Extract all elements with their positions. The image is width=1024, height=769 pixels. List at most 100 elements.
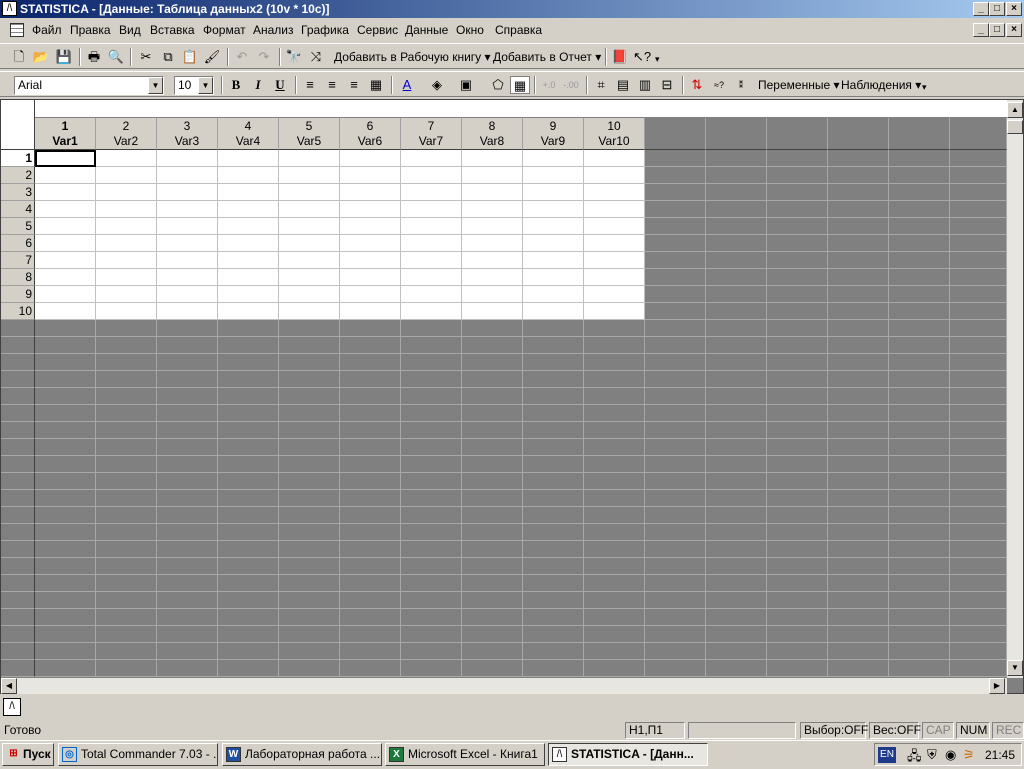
table-cell[interactable] — [523, 303, 584, 320]
vertical-scrollbar[interactable]: ▲ ▼ — [1007, 100, 1023, 678]
task-word[interactable]: W Лабораторная работа ... — [222, 743, 382, 766]
chevron-down-icon[interactable]: ▼ — [148, 77, 163, 94]
table-cell[interactable] — [584, 184, 645, 201]
table-cell[interactable] — [218, 201, 279, 218]
table-cell[interactable] — [96, 252, 157, 269]
book-icon[interactable]: 📕 — [610, 48, 630, 66]
row-header[interactable]: 5 — [1, 218, 35, 235]
menu-analysis[interactable]: Анализ — [253, 23, 294, 37]
find-icon[interactable]: 🔭 — [284, 48, 304, 66]
paste-icon[interactable]: 📋 — [180, 48, 200, 66]
undo-icon[interactable]: ↶ — [232, 48, 252, 66]
column-header[interactable]: 3 Var3 — [157, 118, 218, 150]
table-cell[interactable] — [279, 201, 340, 218]
scroll-left-icon[interactable]: ◀ — [1, 678, 17, 694]
table-cell[interactable] — [584, 252, 645, 269]
table-cell[interactable] — [279, 167, 340, 184]
column-header[interactable]: 9 Var9 — [523, 118, 584, 150]
underline-button[interactable]: U — [270, 76, 290, 94]
increase-decimal-icon[interactable]: +.0 — [539, 76, 559, 94]
font-size-select[interactable]: 10 ▼ — [174, 76, 214, 95]
table-cell[interactable] — [584, 235, 645, 252]
row-header[interactable]: 2 — [1, 167, 35, 184]
cases-menu-button[interactable]: Наблюдения ▾ — [841, 78, 921, 92]
table-cell[interactable] — [401, 201, 462, 218]
column-header[interactable]: 4 Var4 — [218, 118, 279, 150]
table-cell[interactable] — [279, 235, 340, 252]
menu-graphics[interactable]: Графика — [301, 23, 349, 37]
cut-icon[interactable]: ✂ — [136, 48, 156, 66]
table-cell[interactable] — [35, 184, 96, 201]
table-cell[interactable] — [218, 286, 279, 303]
task-statistica[interactable]: /\ STATISTICA - [Данн... — [548, 743, 708, 766]
table-cell[interactable] — [157, 218, 218, 235]
statistica-icon[interactable]: /\ — [2, 1, 17, 16]
table-cell[interactable] — [157, 303, 218, 320]
table-cell[interactable] — [462, 201, 523, 218]
table-cell[interactable] — [340, 235, 401, 252]
table-cell[interactable] — [340, 201, 401, 218]
table-cell[interactable] — [584, 167, 645, 184]
menu-window[interactable]: Окно — [456, 23, 484, 37]
table-cell[interactable] — [462, 269, 523, 286]
table-cell[interactable] — [340, 269, 401, 286]
row-header[interactable]: 8 — [1, 269, 35, 286]
horizontal-scrollbar[interactable]: ◀ ▶ — [1, 678, 1007, 694]
table-cell[interactable] — [279, 252, 340, 269]
spreadsheet-corner[interactable] — [1, 100, 35, 150]
close-button[interactable]: × — [1006, 2, 1022, 16]
table-cell[interactable] — [401, 303, 462, 320]
table-cell[interactable] — [340, 303, 401, 320]
table-cell[interactable] — [218, 167, 279, 184]
table-cell[interactable] — [96, 218, 157, 235]
status-weight[interactable]: Вес:OFF — [869, 722, 921, 739]
menu-format[interactable]: Формат — [203, 23, 246, 37]
align-left-icon[interactable]: ≡ — [300, 76, 320, 94]
doc-minimize-button[interactable]: _ — [973, 23, 989, 37]
table-cell[interactable] — [340, 167, 401, 184]
table-cell[interactable] — [523, 201, 584, 218]
row-header[interactable]: 1 — [1, 150, 35, 167]
table-cell[interactable] — [218, 150, 279, 167]
table-cell[interactable] — [401, 286, 462, 303]
start-button[interactable]: ⊞ Пуск — [2, 743, 54, 766]
tray-app-icon[interactable]: ⚞ — [963, 747, 975, 763]
scroll-right-icon[interactable]: ▶ — [989, 678, 1005, 694]
table-cell[interactable] — [35, 235, 96, 252]
volume-icon[interactable]: ◉ — [945, 747, 956, 763]
statistica-window-icon[interactable]: /\ — [3, 698, 21, 716]
table-cell[interactable] — [96, 235, 157, 252]
table-cell[interactable] — [340, 218, 401, 235]
italic-button[interactable]: I — [248, 76, 268, 94]
table-cell[interactable] — [218, 269, 279, 286]
print-preview-icon[interactable]: 🔍 — [106, 48, 126, 66]
table-cell[interactable] — [96, 269, 157, 286]
column-header[interactable]: 2 Var2 — [96, 118, 157, 150]
table-cell[interactable] — [279, 286, 340, 303]
table-cell[interactable] — [35, 269, 96, 286]
font-color-icon[interactable]: A — [397, 76, 417, 94]
chevron-down-icon[interactable]: ▼ — [198, 77, 213, 94]
add-to-workbook-button[interactable]: Добавить в Рабочую книгу ▾ — [334, 50, 491, 64]
column-header[interactable]: 7 Var7 — [401, 118, 462, 150]
table-cell[interactable] — [96, 184, 157, 201]
table-cell[interactable] — [462, 184, 523, 201]
tag-icon[interactable]: ⬠ — [488, 76, 508, 94]
row-header[interactable]: 10 — [1, 303, 35, 320]
align-center-icon[interactable]: ≡ — [322, 76, 342, 94]
table-cell[interactable] — [340, 252, 401, 269]
print-icon[interactable]: 🖶 — [84, 48, 104, 66]
grid-icon[interactable]: ▦ — [510, 76, 530, 94]
menu-tools[interactable]: Сервис — [357, 23, 398, 37]
format-painter-icon[interactable]: 🖌 — [202, 48, 222, 66]
table-cell[interactable] — [462, 235, 523, 252]
scroll-up-icon[interactable]: ▲ — [1007, 102, 1023, 118]
table-cell[interactable] — [401, 167, 462, 184]
toolbar-options-chevron-icon[interactable]: ▾ — [922, 82, 927, 93]
network-icon[interactable]: 🖧 — [907, 747, 922, 769]
menu-edit[interactable]: Правка — [70, 23, 111, 37]
row-header[interactable]: 6 — [1, 235, 35, 252]
goto-icon[interactable]: ⤨ — [306, 48, 326, 66]
table-cell[interactable] — [584, 150, 645, 167]
table-cell[interactable] — [96, 167, 157, 184]
